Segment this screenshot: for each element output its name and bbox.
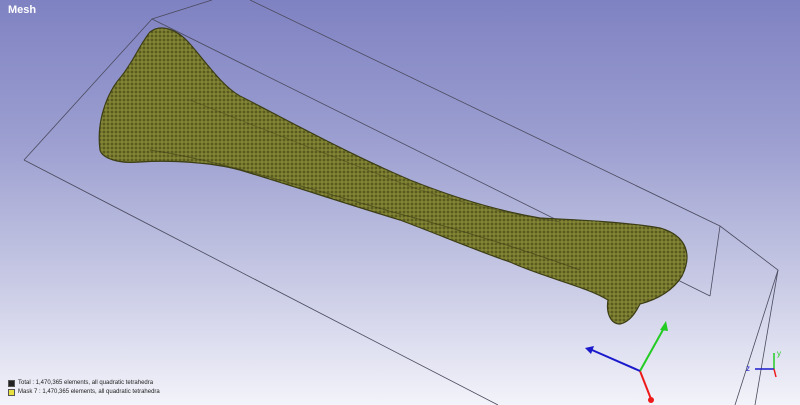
- axis-x-tip: [648, 397, 654, 403]
- legend-swatch-total: [8, 380, 15, 387]
- scene-canvas[interactable]: [0, 0, 800, 405]
- orientation-triad: y z: [746, 349, 781, 378]
- legend-text-mask: Mask 7 : 1,470,365 elements, all quadrat…: [18, 389, 160, 395]
- bone-mesh[interactable]: [98, 27, 688, 325]
- axis-y-arrowhead: [660, 321, 668, 331]
- mini-axis-y-label: y: [777, 349, 781, 358]
- axis-z-line: [591, 349, 641, 372]
- mini-axis-z-label: z: [746, 364, 750, 373]
- legend-text-total: Total : 1,470,365 elements, all quadrati…: [18, 380, 154, 386]
- legend-swatch-mask: [8, 389, 15, 396]
- axis-y-line: [639, 327, 665, 372]
- bone-body: [98, 27, 688, 325]
- 3d-viewport[interactable]: Mesh y z Total: 1,470,365 elements, all…: [0, 0, 800, 405]
- legend-row-total: Total : 1,470,365 elements, all quadrati…: [8, 379, 160, 388]
- mesh-legend: Total : 1,470,365 elements, all quadrati…: [8, 379, 160, 397]
- legend-row-mask: Mask 7 : 1,470,365 elements, all quadrat…: [8, 388, 160, 397]
- axis-x-line: [639, 370, 652, 400]
- axis-triad: [585, 321, 668, 403]
